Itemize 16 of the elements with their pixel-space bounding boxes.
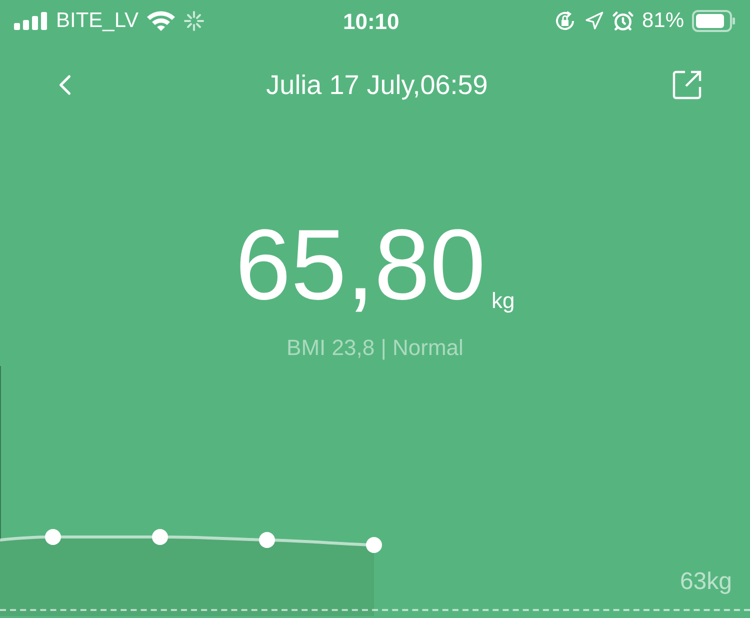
wifi-icon	[146, 10, 176, 32]
signal-icon	[14, 12, 48, 30]
share-icon	[672, 70, 702, 100]
rotation-lock-icon	[554, 10, 576, 32]
battery-icon	[692, 10, 736, 32]
weight-unit: kg	[492, 287, 515, 315]
alarm-clock-icon	[612, 10, 634, 32]
location-arrow-icon	[584, 11, 604, 31]
bmi-status: BMI 23,8 | Normal	[286, 334, 464, 362]
axis-label: 63kg	[680, 567, 732, 597]
battery-percentage: 81%	[642, 8, 684, 34]
loading-spinner-icon	[184, 11, 204, 31]
clock-time: 10:10	[343, 8, 400, 36]
page-title: Julia 17 July,06:59	[266, 68, 488, 102]
carrier-name: BITE_LV	[56, 8, 138, 34]
weight-value: 65,80	[235, 208, 486, 323]
